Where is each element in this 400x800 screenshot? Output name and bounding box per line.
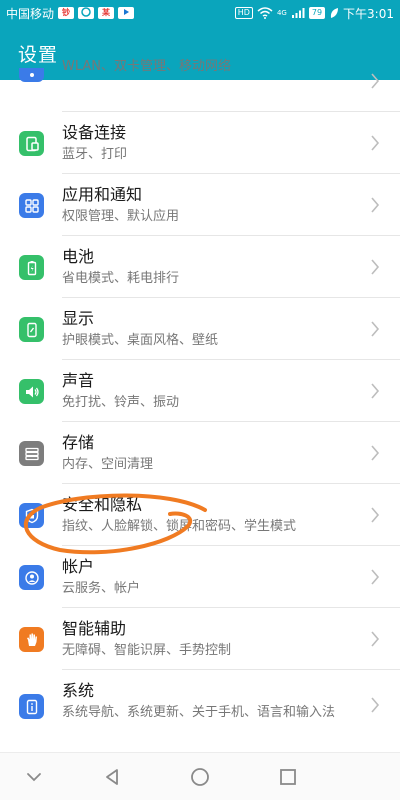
chevron-right-icon: [371, 321, 380, 337]
settings-item-title: 帐户: [62, 557, 95, 576]
settings-item-title: 存储: [62, 433, 95, 452]
settings-item-sound[interactable]: 声音 免打扰、铃声、振动: [0, 360, 400, 422]
settings-item-subtitle: 系统导航、系统更新、关于手机、语言和输入法: [62, 705, 336, 720]
info-icon: [19, 694, 44, 719]
chevron-right-icon: [371, 507, 380, 523]
settings-item-subtitle: 内存、空间清理: [62, 457, 154, 472]
settings-item-subtitle: 免打扰、铃声、振动: [62, 395, 180, 410]
signal-strength-icon: [291, 8, 305, 18]
settings-item-device-connection[interactable]: 设备连接 蓝牙、打印: [0, 112, 400, 174]
settings-item-subtitle: 云服务、帐户: [62, 581, 141, 596]
wifi-icon: [19, 68, 44, 82]
settings-item-storage[interactable]: 存储 内存、空间清理: [0, 422, 400, 484]
chevron-down-icon[interactable]: [22, 765, 46, 789]
chevron-right-icon: [371, 569, 380, 585]
account-icon: [19, 565, 44, 590]
chevron-right-icon: [371, 135, 380, 151]
apps-grid-icon: [19, 193, 44, 218]
settings-item-apps-notifications[interactable]: 应用和通知 权限管理、默认应用: [0, 174, 400, 236]
back-triangle-icon[interactable]: [100, 765, 124, 789]
settings-item-title: 应用和通知: [62, 185, 143, 204]
settings-item-title: 智能辅助: [62, 619, 127, 638]
shield-icon: [19, 503, 44, 528]
settings-item-title: 安全和隐私: [62, 495, 143, 514]
hand-icon: [19, 627, 44, 652]
chevron-right-icon: [371, 697, 380, 713]
navigation-bar: [0, 752, 400, 800]
carrier-label: 中国移动: [6, 6, 55, 21]
recents-square-icon[interactable]: [276, 765, 300, 789]
settings-item-display[interactable]: 显示 护眼模式、桌面风格、壁纸: [0, 298, 400, 360]
settings-item-title: 电池: [62, 247, 95, 266]
leaf-icon: [330, 8, 339, 18]
chevron-right-icon: [371, 73, 380, 89]
clock: 下午3:01: [343, 6, 394, 21]
settings-item-battery[interactable]: 电池 省电模式、耗电排行: [0, 236, 400, 298]
chevron-right-icon: [371, 197, 380, 213]
settings-item-title: 设备连接: [62, 123, 127, 142]
notification-badge-2: [78, 7, 95, 19]
settings-item-subtitle: 权限管理、默认应用: [62, 209, 180, 224]
settings-item-title: 系统: [62, 681, 95, 700]
notification-badge-3: 某: [98, 7, 115, 19]
settings-item-network[interactable]: WLAN、双卡管理、移动网络: [0, 59, 400, 112]
status-bar: 中国移动 钞 某 HD 4G 79 下午3:01: [0, 0, 400, 26]
wifi-status-icon: [257, 7, 273, 19]
settings-list: WLAN、双卡管理、移动网络 设备连接 蓝牙、打印 应用和通知 权限管理、默认应…: [0, 59, 400, 742]
battery-icon: [19, 255, 44, 280]
home-circle-icon[interactable]: [188, 765, 212, 789]
device-connect-icon: [19, 131, 44, 156]
chevron-right-icon: [371, 445, 380, 461]
settings-item-subtitle: WLAN、双卡管理、移动网络: [62, 59, 232, 74]
settings-item-smart-assist[interactable]: 智能辅助 无障碍、智能识屏、手势控制: [0, 608, 400, 670]
settings-item-subtitle: 省电模式、耗电排行: [62, 271, 180, 286]
notification-badge-4: [118, 7, 135, 19]
chevron-right-icon: [371, 631, 380, 647]
chevron-right-icon: [371, 259, 380, 275]
settings-item-subtitle: 指纹、人脸解锁、锁屏和密码、学生模式: [62, 519, 297, 534]
settings-item-system[interactable]: 系统 系统导航、系统更新、关于手机、语言和输入法: [0, 670, 400, 742]
settings-item-title: 显示: [62, 309, 95, 328]
settings-item-security-privacy[interactable]: 安全和隐私 指纹、人脸解锁、锁屏和密码、学生模式: [0, 484, 400, 546]
display-icon: [19, 317, 44, 342]
battery-indicator: 79: [308, 7, 326, 19]
storage-icon: [19, 441, 44, 466]
settings-item-account[interactable]: 帐户 云服务、帐户: [0, 546, 400, 608]
speaker-icon: [19, 379, 44, 404]
hd-voice-icon: HD: [234, 7, 253, 19]
settings-item-subtitle: 护眼模式、桌面风格、壁纸: [62, 333, 219, 348]
chevron-right-icon: [371, 383, 380, 399]
signal-type-label: 4G: [276, 9, 287, 17]
settings-item-title: 声音: [62, 371, 95, 390]
settings-item-subtitle: 蓝牙、打印: [62, 147, 128, 162]
settings-item-subtitle: 无障碍、智能识屏、手势控制: [62, 643, 232, 658]
notification-badge-1: 钞: [58, 7, 75, 19]
